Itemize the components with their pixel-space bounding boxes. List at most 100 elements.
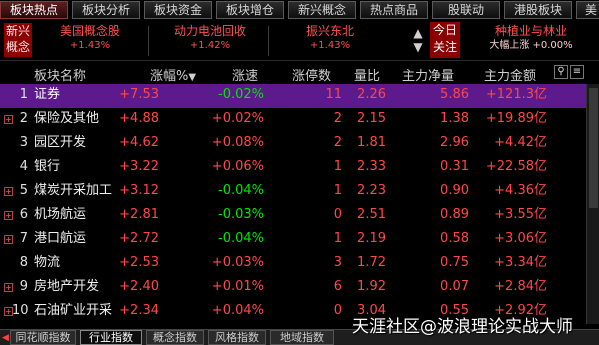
col-volume-ratio[interactable]: 量比: [354, 65, 380, 84]
row-speed: +0.06%: [211, 159, 264, 174]
today-focus-change: 大幅上涨 +0.00%: [489, 40, 573, 51]
col-limit-up[interactable]: 涨停数: [292, 65, 331, 84]
today-focus-item[interactable]: 种植业与林业 大幅上涨 +0.00%: [466, 24, 596, 53]
divider: [268, 26, 269, 56]
row-main-amount: +4.36亿: [494, 183, 547, 198]
col-main-net[interactable]: 主力净量: [402, 65, 454, 84]
tab-us[interactable]: 美: [576, 1, 599, 19]
row-pct: +3.12: [119, 183, 159, 198]
row-pct: +3.22: [119, 159, 159, 174]
row-rank: 7: [19, 231, 28, 246]
row-limit-up: 6: [333, 279, 342, 294]
search-icon[interactable]: ⚲: [554, 65, 568, 79]
tab-sector-funds[interactable]: 板块资金: [144, 1, 212, 19]
row-limit-up: 3: [333, 255, 342, 270]
row-pct: +2.53: [119, 255, 159, 270]
row-limit-up: 0: [333, 303, 342, 318]
row-volume-ratio: 1.72: [357, 255, 386, 270]
row-main-amount: +3.34亿: [494, 255, 547, 270]
row-main-net: 0.89: [440, 207, 469, 222]
row-volume-ratio: 2.33: [357, 159, 386, 174]
row-rank: 9: [19, 279, 28, 294]
chevron-up-icon[interactable]: ▲: [412, 26, 424, 40]
col-speed[interactable]: 涨速: [232, 65, 258, 84]
tab-stock-linkage[interactable]: 股联动: [432, 1, 500, 19]
concept-name: 美国概念股: [59, 24, 120, 38]
row-main-net: 2.96: [440, 135, 469, 150]
tab-sector-hotspot[interactable]: 板块热点: [0, 1, 68, 19]
today-focus-name: 种植业与林业: [494, 24, 567, 38]
row-pct: +4.88: [119, 111, 159, 126]
row-pct: +2.40: [119, 279, 159, 294]
row-pct: +2.72: [119, 231, 159, 246]
row-volume-ratio: 1.92: [357, 279, 386, 294]
table-row[interactable]: 1 证券 +7.53 -0.02% 11 2.26 5.86 +121.3亿: [0, 84, 599, 108]
today-focus-label[interactable]: 今日关注: [430, 22, 460, 58]
row-speed: +0.03%: [211, 255, 264, 270]
row-name: 港口航运: [34, 231, 87, 246]
chevron-down-icon[interactable]: ▼: [412, 40, 424, 54]
col-pct-label: 涨幅%: [150, 69, 189, 84]
row-volume-ratio: 2.19: [357, 231, 386, 246]
emerging-concept-label[interactable]: 新兴概念: [4, 23, 32, 57]
btab-industry-index[interactable]: 行业指数: [80, 330, 142, 345]
table-row[interactable]: +5 煤炭开采加工 +3.12 -0.04% 1 2.23 0.90 +4.36亿: [0, 180, 599, 204]
row-main-net: 0.31: [440, 159, 469, 174]
row-rank: 6: [19, 207, 28, 222]
row-main-net: 5.86: [440, 87, 469, 102]
row-name: 房地产开发: [34, 279, 100, 294]
concept-item[interactable]: 动力电池回收 +1.42%: [160, 24, 260, 53]
row-limit-up: 2: [333, 111, 342, 126]
scrollbar-thumb[interactable]: [589, 88, 598, 208]
row-main-net: 0.90: [440, 183, 469, 198]
tab-marker-icon: ◀: [2, 333, 9, 343]
concept-change: +1.43%: [69, 40, 111, 51]
row-pct: +2.34: [119, 303, 159, 318]
tab-sector-position[interactable]: 板块增仓: [216, 1, 284, 19]
settings-icon[interactable]: ≡: [570, 65, 584, 79]
watermark: 天涯社区@波浪理论实战大师: [352, 317, 573, 337]
row-volume-ratio: 1.81: [357, 135, 386, 150]
btab-ths-index[interactable]: 同花顺指数: [10, 330, 76, 345]
tab-sector-analysis[interactable]: 板块分析: [72, 1, 140, 19]
row-limit-up: 2: [333, 135, 342, 150]
row-main-amount: +3.55亿: [494, 207, 547, 222]
row-main-amount: +3.06亿: [494, 231, 547, 246]
tab-hot-commodities[interactable]: 热点商品: [360, 1, 428, 19]
col-main-amount[interactable]: 主力金额: [484, 65, 536, 84]
concept-name: 振兴东北: [305, 24, 354, 38]
table-row[interactable]: 8 物流 +2.53 +0.03% 3 1.72 0.75 +3.34亿: [0, 252, 599, 276]
concept-item[interactable]: 美国概念股 +1.43%: [40, 24, 140, 53]
row-rank: 3: [19, 135, 28, 150]
concept-item[interactable]: 振兴东北 +1.43%: [280, 24, 380, 53]
row-limit-up: 11: [325, 87, 342, 102]
btab-concept-index[interactable]: 概念指数: [146, 330, 204, 345]
row-name: 证券: [34, 87, 61, 102]
row-main-amount: +4.42亿: [494, 135, 547, 150]
table-row[interactable]: 4 银行 +3.22 +0.06% 1 2.33 0.31 +22.58亿: [0, 156, 599, 180]
concept-scroll-arrows[interactable]: ▲ ▼: [412, 26, 424, 54]
btab-style-index[interactable]: 风格指数: [208, 330, 266, 345]
row-speed: -0.02%: [218, 87, 264, 102]
table-row[interactable]: +9 房地产开发 +2.40 +0.01% 6 1.92 0.07 +2.84亿: [0, 276, 599, 300]
row-rank: 10: [12, 303, 29, 318]
row-speed: +0.01%: [211, 279, 264, 294]
row-name: 石油矿业开采: [34, 303, 113, 318]
row-volume-ratio: 2.26: [357, 87, 386, 102]
col-name[interactable]: 板块名称: [34, 65, 86, 84]
scrollbar[interactable]: [586, 84, 599, 324]
row-main-amount: +121.3亿: [485, 87, 547, 102]
tab-emerging-concepts[interactable]: 新兴概念: [288, 1, 356, 19]
row-rank: 4: [19, 159, 28, 174]
btab-region-index[interactable]: 地域指数: [270, 330, 334, 345]
table-row[interactable]: +2 保险及其他 +4.88 +0.02% 2 2.15 1.38 +19.89亿: [0, 108, 599, 132]
row-rank: 5: [19, 183, 28, 198]
table-row[interactable]: +6 机场航运 +2.81 -0.03% 0 2.51 0.89 +3.55亿: [0, 204, 599, 228]
row-speed: -0.04%: [218, 183, 264, 198]
row-speed: +0.02%: [211, 111, 264, 126]
tab-hk-sectors[interactable]: 港股板块: [504, 1, 572, 19]
col-pct[interactable]: 涨幅%▼: [150, 65, 196, 84]
table-row[interactable]: +7 港口航运 +2.72 -0.04% 1 2.19 0.58 +3.06亿: [0, 228, 599, 252]
top-tab-bar: 板块热点 板块分析 板块资金 板块增仓 新兴概念 热点商品 股联动 港股板块 美: [0, 0, 599, 20]
table-row[interactable]: 3 园区开发 +4.62 +0.08% 2 1.81 2.96 +4.42亿: [0, 132, 599, 156]
